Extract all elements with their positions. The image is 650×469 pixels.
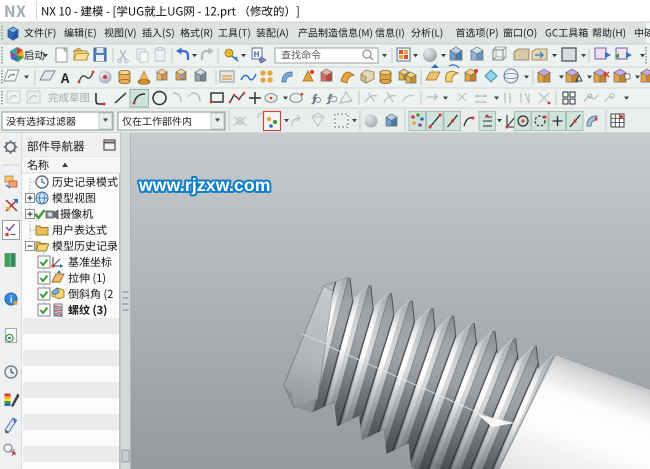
svg-text:www.rjzxw.com: www.rjzxw.com xyxy=(138,175,271,195)
